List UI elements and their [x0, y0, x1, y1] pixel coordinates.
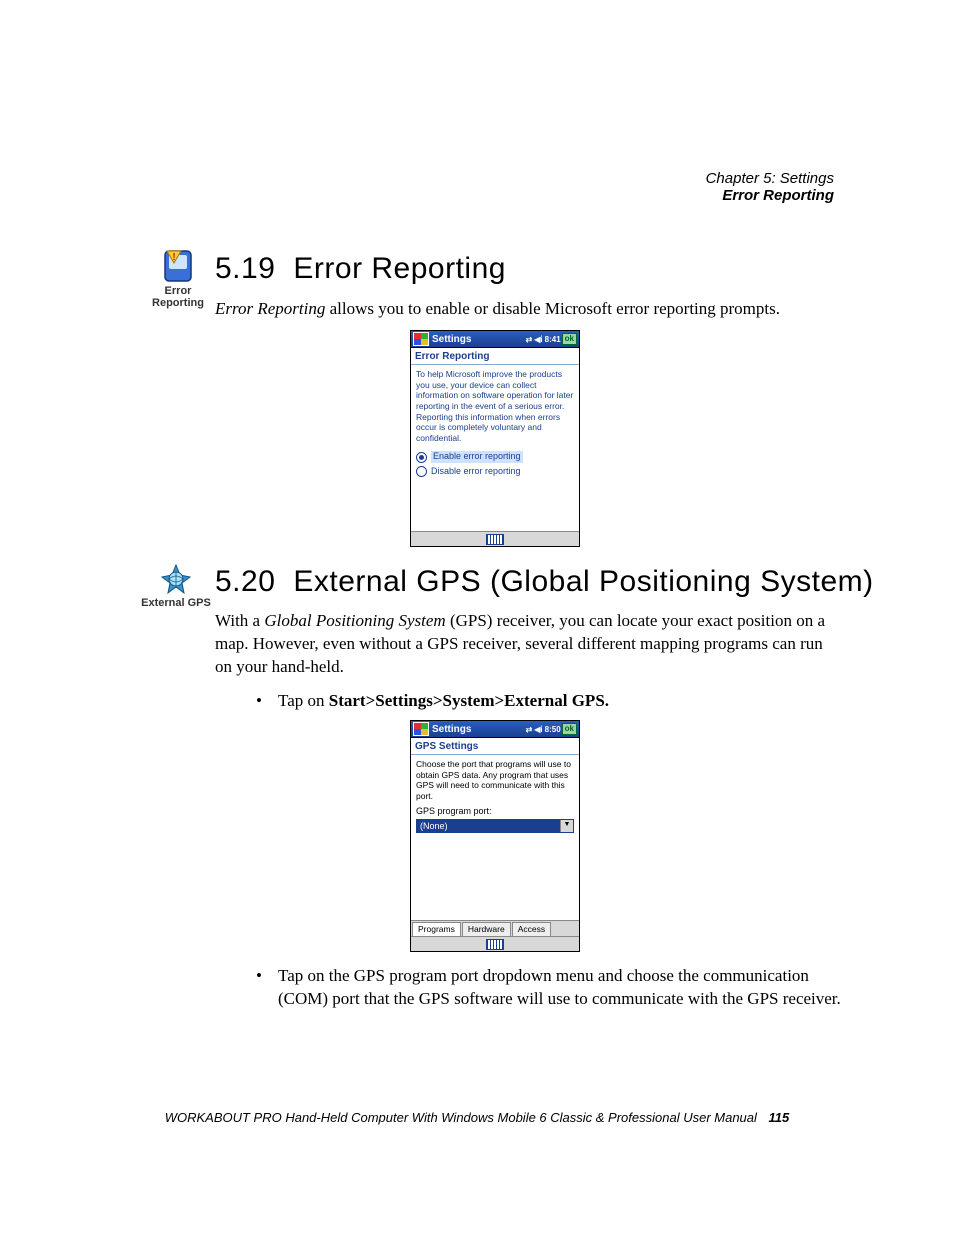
start-flag-icon — [413, 332, 429, 346]
sec520-para: With a Global Positioning System (GPS) r… — [215, 610, 835, 679]
gps-port-label: GPS program port: — [416, 806, 574, 817]
wm1-bottom-bar — [411, 531, 579, 546]
heading-number: 5.19 — [215, 252, 275, 285]
ok-button[interactable]: ok — [562, 723, 577, 735]
bullet-1: • Tap on Start>Settings>System>External … — [278, 690, 858, 713]
tab-access[interactable]: Access — [512, 922, 551, 936]
wm2-content: Choose the port that programs will use t… — [411, 755, 579, 837]
chevron-down-icon: ▼ — [560, 820, 573, 832]
icon-label-line2: Reporting — [148, 297, 208, 309]
header-chapter: Chapter 5: Settings — [706, 170, 834, 187]
bullet2-pre: Tap on the — [278, 966, 354, 985]
wm1-titlebar: Settings ⇄ ◀ἱ 8:41 ok — [411, 331, 579, 348]
wm2-desc: Choose the port that programs will use t… — [416, 759, 574, 802]
external-gps-icon — [158, 563, 194, 595]
radio-disable-label: Disable error reporting — [431, 466, 521, 477]
header-section: Error Reporting — [706, 187, 834, 204]
radio-disable-row[interactable]: Disable error reporting — [416, 466, 574, 477]
heading-title: External GPS (Global Positioning System) — [293, 565, 873, 598]
bullet-dot: • — [256, 965, 262, 988]
connectivity-icon: ⇄ — [526, 335, 533, 344]
bullet2-em: GPS program port — [354, 966, 479, 985]
tab-hardware[interactable]: Hardware — [462, 922, 511, 936]
radio-unchecked-icon — [416, 466, 427, 477]
wm2-subhead: GPS Settings — [411, 738, 579, 755]
screenshot-gps-settings: Settings ⇄ ◀ἱ 8:50 ok GPS Settings Choos… — [410, 720, 580, 952]
page-header: Chapter 5: Settings Error Reporting — [706, 170, 834, 204]
wm1-title: Settings — [432, 334, 525, 345]
radio-enable-row[interactable]: Enable error reporting — [416, 451, 574, 462]
wm2-title: Settings — [432, 724, 525, 735]
bullet1-pre: Tap on — [278, 691, 329, 710]
wm2-time: 8:50 — [545, 725, 561, 734]
heading-5-19: 5.19 Error Reporting — [215, 252, 506, 286]
icon-label-line1: Error — [148, 285, 208, 297]
sec519-intro: Error Reporting allows you to enable or … — [215, 298, 835, 321]
page-footer: WORKABOUT PRO Hand-Held Computer With Wi… — [0, 1110, 954, 1125]
wm2-tabs: Programs Hardware Access — [411, 920, 579, 936]
tab-programs[interactable]: Programs — [412, 922, 461, 936]
para-em: Global Positioning System — [264, 611, 445, 630]
start-flag-icon — [413, 722, 429, 736]
wm1-time: 8:41 — [545, 335, 561, 344]
icon-label: External GPS — [136, 597, 216, 609]
heading-title: Error Reporting — [293, 252, 506, 285]
para-pre: With a — [215, 611, 264, 630]
gps-port-dropdown[interactable]: (None) ▼ — [416, 819, 574, 833]
wm2-bottom-bar — [411, 936, 579, 951]
intro-lead: Error Reporting — [215, 299, 325, 318]
heading-5-20: 5.20 External GPS (Global Positioning Sys… — [215, 565, 874, 599]
intro-rest: allows you to enable or disable Microsof… — [325, 299, 780, 318]
volume-icon: ◀ἱ — [534, 725, 542, 734]
svg-text:!: ! — [172, 252, 175, 263]
heading-number: 5.20 — [215, 565, 275, 598]
dropdown-value: (None) — [417, 820, 560, 832]
keyboard-icon[interactable] — [486, 939, 504, 950]
wm1-desc: To help Microsoft improve the products y… — [416, 369, 574, 443]
screenshot-error-reporting: Settings ⇄ ◀ἱ 8:41 ok Error Reporting To… — [410, 330, 580, 547]
bullet-2: • Tap on the GPS program port dropdown m… — [278, 965, 858, 1011]
radio-checked-icon — [416, 452, 427, 463]
connectivity-icon: ⇄ — [526, 725, 533, 734]
error-reporting-app-icon: ! Error Reporting — [148, 247, 208, 309]
keyboard-icon[interactable] — [486, 534, 504, 545]
radio-enable-label: Enable error reporting — [431, 451, 523, 462]
external-gps-app-icon: External GPS — [136, 563, 216, 609]
ok-button[interactable]: ok — [562, 333, 577, 345]
bullet1-strong: Start>Settings>System>External GPS. — [329, 691, 609, 710]
wm1-subhead: Error Reporting — [411, 348, 579, 365]
volume-icon: ◀ἱ — [534, 335, 542, 344]
bullet-dot: • — [256, 690, 262, 713]
error-reporting-icon: ! — [159, 247, 197, 283]
footer-page-number: 115 — [769, 1110, 790, 1125]
wm2-titlebar: Settings ⇄ ◀ἱ 8:50 ok — [411, 721, 579, 738]
footer-text: WORKABOUT PRO Hand-Held Computer With Wi… — [165, 1110, 757, 1125]
wm1-content: To help Microsoft improve the products y… — [411, 365, 579, 484]
